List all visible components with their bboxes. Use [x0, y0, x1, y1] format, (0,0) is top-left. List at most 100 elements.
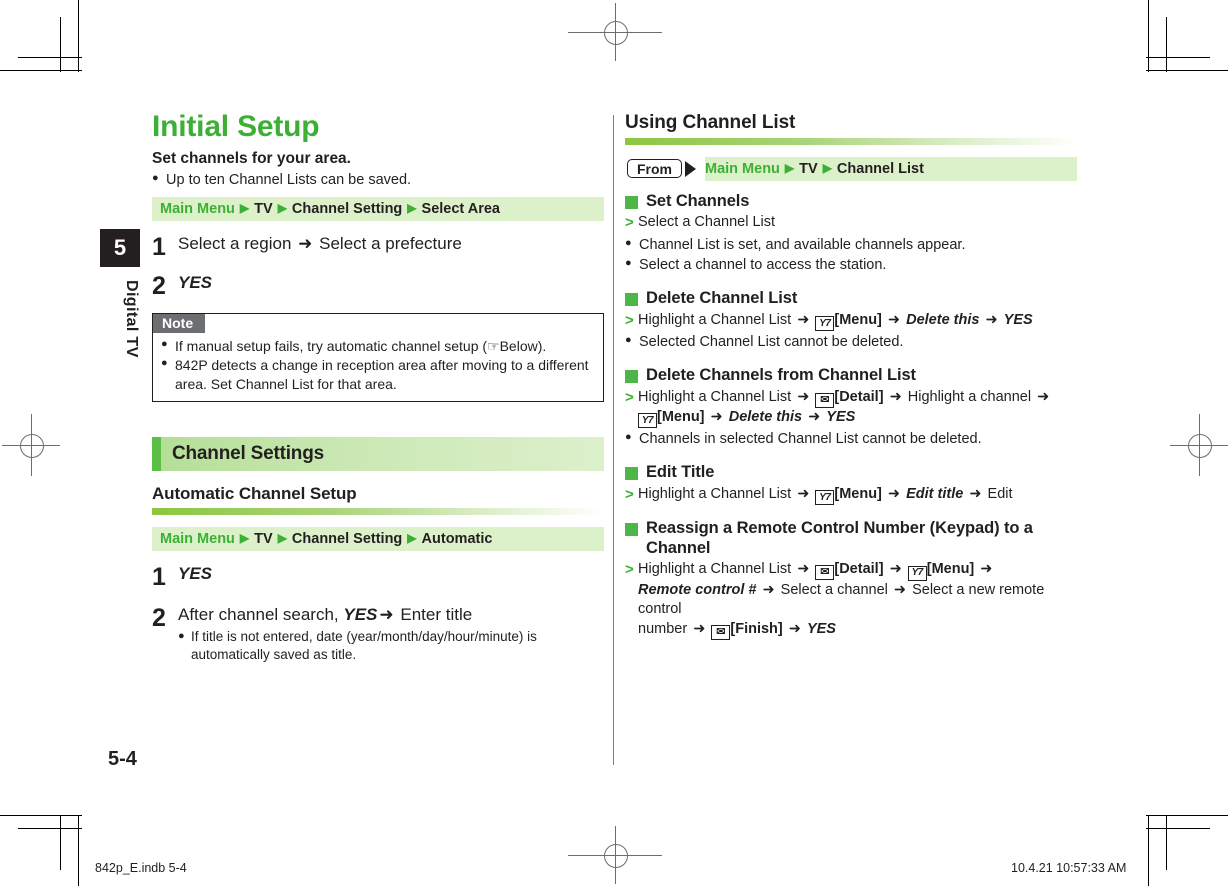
block-bullet-text: Channel List is set, and available chann…: [639, 236, 966, 253]
block-title-text: Delete Channel List: [646, 289, 798, 308]
step-number: 2: [152, 603, 166, 632]
block-reassign-remote-control: Reassign a Remote Control Number (Keypad…: [625, 519, 1077, 640]
block-step-continued-2: number ➜ ✉ [Finish] ➜ YES: [625, 620, 1077, 640]
block-step-text: Highlight a Channel List ➜ ✉ [Detail] ➜ Y…: [638, 560, 994, 581]
bullet-dot-icon: ●: [161, 337, 168, 350]
step-italic-value: YES: [178, 563, 213, 583]
right-column: Using Channel List From Main Menu ▶ TV ▶…: [625, 112, 1077, 640]
menu-path-item-automatic: Automatic: [421, 530, 493, 547]
menu-path-automatic[interactable]: Main Menu ▶ TV ▶ Channel Setting ▶ Autom…: [152, 526, 604, 551]
menu-path-item-tv: TV: [799, 160, 818, 177]
chevron-right-icon: ▶: [784, 160, 795, 175]
highlight-channel-list-text: Highlight a Channel List: [638, 561, 792, 578]
block-step: > Highlight a Channel List ➜ ✉ [Detail] ➜…: [625, 560, 1077, 581]
menu-path-select-area[interactable]: Main Menu ▶ TV ▶ Channel Setting ▶ Selec…: [152, 196, 604, 221]
right-column-rule: [625, 137, 1077, 145]
green-square-icon: [625, 523, 638, 537]
crop-mark-bottom-left-h2: [18, 828, 82, 830]
step-1: 1 Select a region ➜ Select a prefecture: [152, 233, 604, 260]
bullet-dot-icon: ●: [625, 334, 632, 347]
from-menu-path[interactable]: From Main Menu ▶ TV ▶ Channel List: [625, 156, 1077, 181]
arrow-right-icon: ➜: [797, 311, 810, 328]
gt-marker-icon: >: [625, 561, 634, 579]
step-sub-bullets: ● If title is not entered, date (year/mo…: [178, 628, 604, 663]
block-bullet-text: Select a channel to access the station.: [639, 257, 887, 274]
gt-marker-icon: >: [625, 388, 634, 406]
block-bullet-text: Selected Channel List cannot be deleted.: [639, 334, 904, 351]
arrow-right-icon: ➜: [788, 620, 801, 637]
chevron-right-icon: ▶: [239, 200, 250, 215]
detail-label: [Detail]: [834, 388, 884, 405]
step-italic-value: YES: [178, 272, 213, 292]
bullet-dot-icon: ●: [625, 431, 632, 444]
arrow-right-icon: ➜: [379, 604, 394, 624]
remote-control-hash-label: Remote control #: [638, 581, 757, 598]
chevron-right-icon: ▶: [277, 530, 287, 545]
step-text-pre: After channel search,: [178, 604, 344, 624]
sub-bullet-text: If title is not entered, date (year/mont…: [191, 629, 537, 662]
crop-mark-bottom-left-v: [78, 815, 80, 886]
step-text-a: Select a region: [178, 233, 292, 253]
menu-path-channel-list[interactable]: Main Menu ▶ TV ▶ Channel List: [705, 156, 1077, 181]
chevron-right-icon: ▶: [407, 200, 417, 215]
column-divider: [613, 115, 614, 765]
highlight-channel-list-text: Highlight a Channel List: [638, 485, 792, 502]
block-delete-channel-list: Delete Channel List > Highlight a Channe…: [625, 289, 1077, 352]
step-body: After channel search, YES ➜ Enter title ●…: [178, 604, 604, 663]
block-step: > Select a Channel List: [625, 213, 1077, 233]
subsection-title: Automatic Channel Setup: [152, 484, 357, 504]
block-bullet: ● Channel List is set, and available cha…: [625, 236, 1077, 255]
arrow-right-icon: ➜: [797, 485, 810, 502]
arrow-right-icon: ➜: [808, 408, 821, 425]
number-word-text: number: [638, 620, 688, 637]
lead-bullet: ● Up to ten Channel Lists can be saved.: [152, 171, 604, 190]
yes-label: YES: [1003, 311, 1033, 328]
note-item-text: If manual setup fails, try automatic cha…: [175, 337, 547, 354]
footer-timestamp: 10.4.21 10:57:33 AM: [1011, 861, 1127, 875]
crop-mark-top-left-h2: [18, 57, 82, 59]
block-step-text-3: number ➜ ✉ [Finish] ➜ YES: [638, 620, 836, 640]
block-step: > Highlight a Channel List ➜ Y7 [Menu] ➜ …: [625, 311, 1077, 332]
arrow-right-icon: ➜: [693, 620, 706, 637]
from-badge-wrap: From: [625, 156, 705, 181]
step-number: 2: [152, 271, 166, 300]
step-2-automatic: 2 After channel search, YES ➜ Enter title…: [152, 604, 604, 663]
arrow-right-icon: ➜: [969, 485, 982, 502]
block-title-text: Edit Title: [646, 463, 715, 482]
chapter-number: 5: [100, 229, 140, 267]
bullet-dot-icon: ●: [161, 357, 168, 370]
block-set-channels: Set Channels > Select a Channel List ● C…: [625, 192, 1077, 275]
block-step-text: Highlight a Channel List ➜ ✉ [Detail] ➜ H…: [638, 388, 1051, 408]
menu-path-start: Main Menu: [705, 160, 780, 177]
block-bullet: ● Select a channel to access the station…: [625, 256, 1077, 275]
highlight-channel-list-text: Highlight a Channel List: [638, 311, 792, 328]
arrow-right-icon: ➜: [985, 311, 998, 328]
green-square-icon: [625, 467, 638, 481]
step-number: 1: [152, 562, 166, 591]
crop-mark-bottom-right-h2: [1146, 828, 1210, 830]
note-tag: Note: [153, 313, 206, 333]
edit-title-label: Edit title: [906, 485, 964, 502]
block-title-text: Delete Channels from Channel List: [646, 366, 916, 385]
crop-mark-top-left-h: [0, 70, 82, 72]
step-body: YES: [178, 563, 604, 590]
step-body: YES: [178, 272, 604, 299]
detail-label: [Detail]: [834, 561, 884, 578]
bullet-dot-icon: ●: [625, 257, 632, 270]
arrow-right-icon: ➜: [887, 311, 901, 328]
yahoo-key-icon: Y7: [907, 565, 927, 581]
arrow-right-icon: ➜: [710, 408, 723, 425]
menu-path-start: Main Menu: [160, 200, 235, 217]
menu-path-item-channel-setting: Channel Setting: [291, 530, 403, 547]
crop-mark-bottom-left-h: [0, 815, 82, 817]
section-accent-bar: [152, 437, 161, 472]
sub-bullet: ● If title is not entered, date (year/mo…: [178, 628, 604, 663]
green-square-icon: [625, 293, 638, 307]
section-heading-label: Channel Settings: [172, 443, 324, 465]
block-step-continued: Y7 [Menu] ➜ Delete this ➜ YES: [625, 408, 1077, 429]
subsection-rule: [152, 507, 604, 515]
footer-file-label: 842p_E.indb 5-4: [95, 861, 187, 875]
page-title: Initial Setup: [152, 110, 320, 143]
arrow-right-icon: ➜: [797, 561, 810, 578]
highlight-channel-list-text: Highlight a Channel List: [638, 388, 792, 405]
